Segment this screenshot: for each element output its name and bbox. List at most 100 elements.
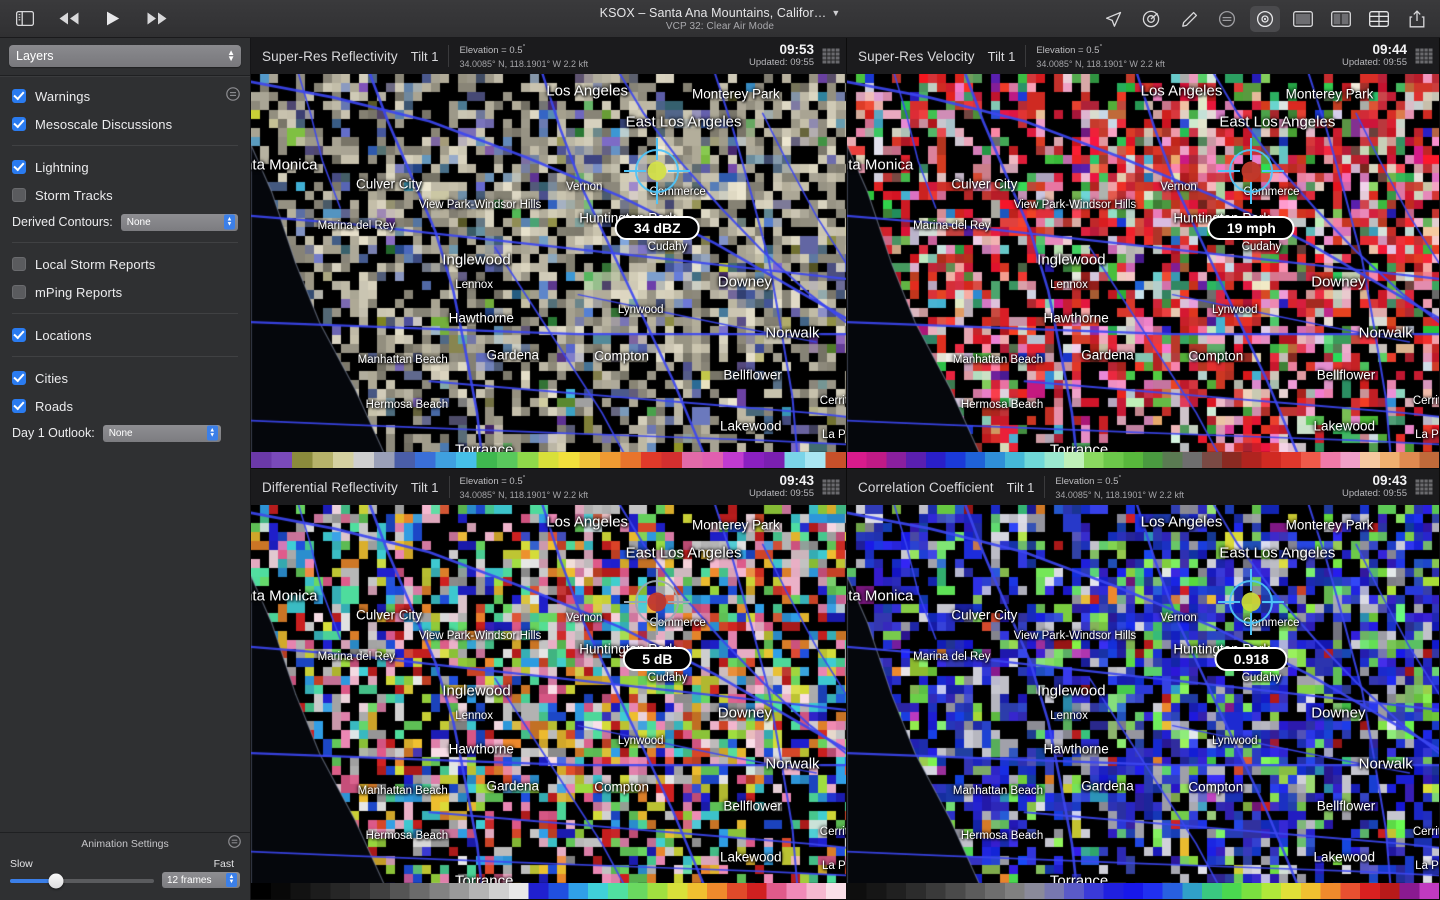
checkbox-roads[interactable] bbox=[12, 399, 26, 413]
updated-time: Updated: 09:55 bbox=[749, 487, 814, 500]
elevation-label: Elevation = 0.5° bbox=[1036, 42, 1165, 57]
stepper-icon[interactable]: ▲▼ bbox=[226, 873, 237, 887]
radar-map[interactable]: Los AngelesMonterey ParkEast Los Angeles… bbox=[251, 505, 846, 899]
radar-canvas[interactable] bbox=[847, 74, 1439, 468]
animation-speed-slider[interactable] bbox=[10, 879, 154, 883]
checkbox-storm-tracks[interactable] bbox=[12, 188, 26, 202]
animation-settings-title: Animation Settings bbox=[81, 838, 169, 850]
list-divider bbox=[12, 145, 238, 146]
checkbox-local-storm-reports[interactable] bbox=[12, 257, 26, 271]
animation-settings-section: Animation Settings Slow Fast 12 frames ▲… bbox=[0, 832, 250, 900]
pencil-icon[interactable] bbox=[1174, 6, 1204, 32]
color-scale-bar bbox=[251, 883, 846, 899]
chevron-down-icon[interactable]: ▼ bbox=[831, 9, 840, 18]
radar-site-selector[interactable]: KSOX – Santa Ana Mountains, Califor… ▼ V… bbox=[600, 6, 841, 32]
crosshair-target-icon[interactable] bbox=[1250, 6, 1280, 32]
options-icon[interactable] bbox=[228, 835, 241, 853]
day1-outlook-dropdown[interactable]: None ▲▼ bbox=[103, 425, 221, 442]
grid-view-icon[interactable] bbox=[1415, 48, 1433, 64]
window-title-text: KSOX – Santa Ana Mountains, Califor… bbox=[600, 6, 827, 20]
slider-knob[interactable] bbox=[49, 873, 64, 888]
layer-item-warnings[interactable]: Warnings bbox=[0, 82, 250, 110]
checkbox-lightning[interactable] bbox=[12, 160, 26, 174]
frame-count-dropdown[interactable]: 12 frames ▲▼ bbox=[162, 872, 240, 888]
layer-item-mesoscale-discussions[interactable]: Mesoscale Discussions bbox=[0, 110, 250, 138]
radar-map[interactable]: Los AngelesMonterey ParkEast Los Angeles… bbox=[251, 74, 846, 468]
panel-meta: Elevation = 0.5° 34.0085° N, 118.1901° W… bbox=[1055, 473, 1184, 500]
checkbox-mesoscale-discussions[interactable] bbox=[12, 117, 26, 131]
location-arrow-icon[interactable] bbox=[1098, 6, 1128, 32]
layer-list: Warnings Mesoscale Discussions Lightning… bbox=[0, 76, 250, 832]
scan-time: 09:44 bbox=[1372, 43, 1407, 56]
updated-time: Updated: 09:55 bbox=[1342, 56, 1407, 69]
layer-label: Storm Tracks bbox=[35, 188, 113, 203]
radar-panel-differential-reflectivity[interactable]: Differential Reflectivity Tilt 1 Elevati… bbox=[251, 469, 847, 900]
layer-item-local-storm-reports[interactable]: Local Storm Reports bbox=[0, 250, 250, 278]
panel-header: Correlation Coefficient Tilt 1 Elevation… bbox=[847, 469, 1439, 505]
checkbox-mping-reports[interactable] bbox=[12, 285, 26, 299]
list-divider bbox=[12, 313, 238, 314]
grid-view-icon[interactable] bbox=[822, 48, 840, 64]
speed-fast-label: Fast bbox=[214, 858, 234, 870]
stepper-icon[interactable]: ▲▼ bbox=[227, 50, 235, 62]
speed-controls-row: 12 frames ▲▼ bbox=[10, 872, 240, 888]
play-icon[interactable] bbox=[100, 7, 126, 31]
day1-outlook-label: Day 1 Outlook: bbox=[12, 426, 95, 440]
radar-target-icon[interactable] bbox=[1136, 6, 1166, 32]
tilt-label[interactable]: Tilt 1 bbox=[411, 480, 439, 495]
radar-panel-correlation-coefficient[interactable]: Correlation Coefficient Tilt 1 Elevation… bbox=[847, 469, 1440, 900]
layers-dropdown[interactable]: Layers ▲▼ bbox=[9, 45, 241, 67]
radar-canvas[interactable] bbox=[251, 505, 846, 899]
color-scale-bar bbox=[847, 883, 1439, 899]
four-pane-icon[interactable] bbox=[1364, 6, 1394, 32]
tilt-label[interactable]: Tilt 1 bbox=[1007, 480, 1035, 495]
panel-header-right: 09:53 Updated: 09:55 bbox=[749, 43, 840, 69]
two-pane-icon[interactable] bbox=[1326, 6, 1356, 32]
radar-panel-velocity[interactable]: Super-Res Velocity Tilt 1 Elevation = 0.… bbox=[847, 38, 1440, 469]
panel-meta: Elevation = 0.5° 34.0085° N, 118.1901° W… bbox=[459, 42, 588, 69]
scan-time: 09:43 bbox=[1372, 474, 1407, 487]
checkbox-locations[interactable] bbox=[12, 328, 26, 342]
share-icon[interactable] bbox=[1402, 6, 1432, 32]
radar-map[interactable]: Los AngelesMonterey ParkEast Los Angeles… bbox=[847, 74, 1439, 468]
grid-view-icon[interactable] bbox=[822, 479, 840, 495]
layer-item-lightning[interactable]: Lightning bbox=[0, 153, 250, 181]
tilt-label[interactable]: Tilt 1 bbox=[411, 49, 439, 64]
layers-dropdown-value: Layers bbox=[16, 49, 54, 63]
checkbox-cities[interactable] bbox=[12, 371, 26, 385]
sidebar-icon[interactable] bbox=[12, 7, 38, 31]
stepper-icon[interactable]: ▲▼ bbox=[207, 426, 218, 441]
radar-map[interactable]: Los AngelesMonterey ParkEast Los Angeles… bbox=[847, 505, 1439, 899]
stepper-icon[interactable]: ▲▼ bbox=[224, 215, 235, 230]
panel-header-right: 09:43 Updated: 09:55 bbox=[749, 474, 840, 500]
window-title: KSOX – Santa Ana Mountains, Califor… ▼ bbox=[600, 6, 841, 20]
panel-times: 09:44 Updated: 09:55 bbox=[1342, 43, 1407, 69]
coordinates-label: 34.0085° N, 118.1901° W 2.2 kft bbox=[1036, 58, 1165, 70]
panel-header: Differential Reflectivity Tilt 1 Elevati… bbox=[251, 469, 846, 505]
product-name: Correlation Coefficient bbox=[858, 480, 994, 495]
grid-view-icon[interactable] bbox=[1415, 479, 1433, 495]
rewind-icon[interactable] bbox=[56, 7, 82, 31]
single-pane-icon[interactable] bbox=[1288, 6, 1318, 32]
panel-header-right: 09:44 Updated: 09:55 bbox=[1342, 43, 1433, 69]
derived-contours-dropdown[interactable]: None ▲▼ bbox=[121, 214, 238, 231]
elevation-label: Elevation = 0.5° bbox=[460, 473, 589, 488]
layer-item-mping-reports[interactable]: mPing Reports bbox=[0, 278, 250, 306]
layer-item-cities[interactable]: Cities bbox=[0, 364, 250, 392]
checkbox-warnings[interactable] bbox=[12, 89, 26, 103]
derived-contours-value: None bbox=[127, 217, 151, 228]
radar-panel-reflectivity[interactable]: Super-Res Reflectivity Tilt 1 Elevation … bbox=[251, 38, 847, 469]
options-icon[interactable] bbox=[226, 87, 240, 106]
fast-forward-icon[interactable] bbox=[144, 7, 170, 31]
header-divider bbox=[449, 476, 450, 498]
radar-canvas[interactable] bbox=[847, 505, 1439, 899]
cursor-reticle bbox=[622, 136, 692, 206]
radar-canvas[interactable] bbox=[251, 74, 846, 468]
layer-item-roads[interactable]: Roads bbox=[0, 392, 250, 420]
layer-item-locations[interactable]: Locations bbox=[0, 321, 250, 349]
layers-selector-header: Layers ▲▼ bbox=[0, 38, 250, 75]
measure-icon[interactable] bbox=[1212, 6, 1242, 32]
layer-item-storm-tracks[interactable]: Storm Tracks bbox=[0, 181, 250, 209]
layer-label: mPing Reports bbox=[35, 285, 122, 300]
tilt-label[interactable]: Tilt 1 bbox=[988, 49, 1016, 64]
